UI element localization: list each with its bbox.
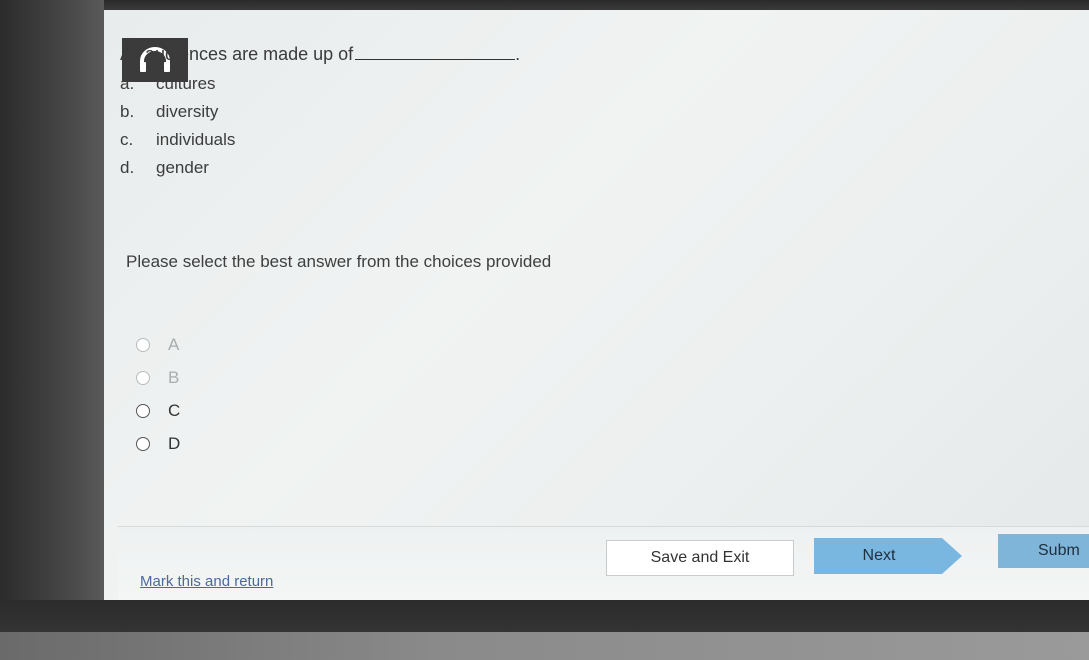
background-surface <box>0 632 1089 660</box>
submit-button[interactable]: Subm <box>998 534 1089 568</box>
submit-label: Subm <box>1038 542 1080 559</box>
mark-and-return-link[interactable]: Mark this and return <box>140 573 273 590</box>
quiz-screen <box>104 10 1089 606</box>
answer-radio-group: A B C D <box>136 328 180 460</box>
choice-item-c: c. individuals <box>120 126 235 154</box>
answer-blank <box>355 45 516 60</box>
radio-circle[interactable] <box>136 403 150 418</box>
save-and-exit-label: Save and Exit <box>650 549 750 566</box>
radio-circle[interactable] <box>136 337 150 352</box>
choice-label: individuals <box>156 130 236 149</box>
radio-option-c[interactable]: C <box>136 394 180 427</box>
choice-list: a. cultures b. diversity c. individuals d. g… <box>120 70 235 182</box>
choice-letter: a. <box>120 74 135 93</box>
choice-item-d: d. gender <box>120 154 235 182</box>
radio-circle[interactable] <box>136 436 150 451</box>
choice-label: diversity <box>156 102 219 121</box>
radio-circle[interactable] <box>136 370 150 385</box>
choice-item-b: b. diversity <box>120 98 235 126</box>
next-label: Next <box>862 547 896 564</box>
save-and-exit-button[interactable]: Save and Exit <box>606 540 794 576</box>
monitor-bezel-left <box>0 0 104 620</box>
choice-letter: b. <box>120 102 135 121</box>
radio-label: B <box>168 367 180 387</box>
radio-option-a[interactable]: A <box>136 328 180 361</box>
radio-option-b[interactable]: B <box>136 361 180 394</box>
radio-label: A <box>168 334 180 354</box>
next-button[interactable]: Next <box>814 538 964 574</box>
choice-label: gender <box>156 158 209 177</box>
choice-letter: c. <box>120 130 134 149</box>
choice-letter: d. <box>120 158 135 177</box>
instruction-text: Please select the best answer from the c… <box>126 252 552 271</box>
choice-label: cultures <box>156 74 216 93</box>
question-suffix: . <box>515 44 521 64</box>
question-text: All audiences are made up of. <box>120 44 520 65</box>
radio-label: D <box>168 433 181 453</box>
choice-item-a: a. cultures <box>120 70 235 98</box>
question-stem: All audiences are made up of <box>120 44 354 64</box>
radio-label: C <box>168 400 181 420</box>
radio-option-d[interactable]: D <box>136 427 180 460</box>
